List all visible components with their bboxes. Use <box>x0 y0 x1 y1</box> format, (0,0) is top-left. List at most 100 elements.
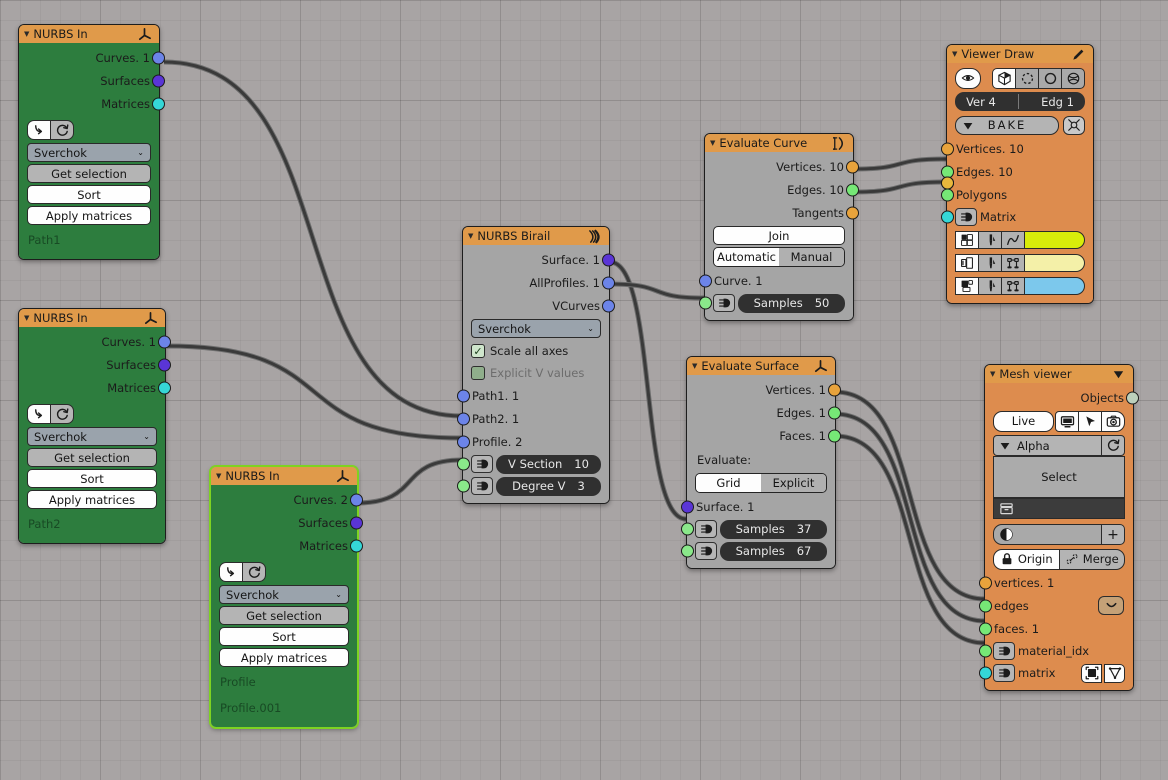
segmented-control[interactable]: Grid Explicit <box>695 473 827 493</box>
button-sort[interactable]: Sort <box>27 469 157 488</box>
plug-icon[interactable] <box>955 208 977 226</box>
property-field[interactable]: Samples 37 <box>720 519 827 539</box>
collapse-triangle-icon[interactable]: ▼ <box>710 139 715 147</box>
display-mode-dashed-circle-icon[interactable] <box>1015 67 1039 89</box>
plug-icon[interactable] <box>993 642 1015 660</box>
button-apply-matrices[interactable]: Apply matrices <box>27 490 157 509</box>
button-get-selection[interactable]: Get selection <box>27 164 151 183</box>
plug-icon[interactable] <box>695 542 717 560</box>
node-nurbs-birail[interactable]: ▼ NURBS Birail Surface. 1 AllProfiles. 1 VCu… <box>457 226 615 504</box>
node-editor-canvas[interactable]: ▼ NURBS In Curves. 1 Surfaces Matrices Sverch… <box>0 0 1168 780</box>
input-socket[interactable] <box>979 576 992 589</box>
eye-toggle-button[interactable] <box>955 67 981 89</box>
input-socket[interactable] <box>457 412 470 425</box>
input-socket[interactable] <box>941 176 954 190</box>
input-socket[interactable] <box>979 666 992 680</box>
input-socket[interactable] <box>941 210 954 224</box>
collapse-triangle-icon[interactable]: ▼ <box>990 370 995 378</box>
import-curve-icon-button[interactable] <box>27 404 51 424</box>
output-socket[interactable] <box>602 253 615 266</box>
node-link[interactable] <box>163 60 463 418</box>
input-socket[interactable] <box>941 188 954 201</box>
alpha-dropdown[interactable]: Alpha <box>993 435 1102 456</box>
button-sort[interactable]: Sort <box>219 627 349 646</box>
collapse-triangle-icon[interactable]: ▼ <box>216 472 221 480</box>
brush-icon[interactable] <box>978 230 1002 249</box>
node-nurbs-in-3[interactable]: ▼ NURBS In Curves. 2 Surfaces Matrices Sverch… <box>210 466 363 728</box>
node-evaluate-surface[interactable]: ▼ Evaluate Surface Vertices. 1 Edges. 1 Face… <box>681 356 841 569</box>
bake-options-button[interactable] <box>1063 115 1085 135</box>
property-field[interactable]: V Section 10 <box>496 454 601 474</box>
output-socket[interactable] <box>152 51 165 64</box>
output-socket[interactable] <box>158 358 171 371</box>
addon-dropdown[interactable]: Sverchok ⌄ <box>471 319 601 338</box>
plug-icon[interactable] <box>993 664 1015 682</box>
input-socket[interactable] <box>681 544 694 558</box>
node-header[interactable]: ▼ NURBS In <box>19 309 165 327</box>
node-header[interactable]: ▼ Evaluate Surface <box>687 357 835 375</box>
counters-field[interactable]: Ver 4 Edg 1 <box>955 92 1085 111</box>
import-curve-icon-button[interactable] <box>27 120 51 140</box>
button-get-selection[interactable]: Get selection <box>219 606 349 625</box>
button-get-selection[interactable]: Get selection <box>27 448 157 467</box>
node-link[interactable] <box>609 282 705 300</box>
checkbox[interactable]: ✓ <box>471 344 485 358</box>
color-swatch[interactable] <box>1024 230 1085 249</box>
node-nurbs-in-2[interactable]: ▼ NURBS In Curves. 1 Surfaces Matrices Sverch… <box>18 308 171 544</box>
output-socket[interactable] <box>158 335 171 348</box>
property-field[interactable]: Samples 67 <box>720 541 827 561</box>
material-field[interactable] <box>993 524 1102 545</box>
output-socket[interactable] <box>350 493 363 506</box>
input-socket[interactable] <box>979 644 992 658</box>
square-select-icon-button[interactable] <box>1081 663 1102 683</box>
brush-icon[interactable] <box>978 276 1002 295</box>
node-link[interactable] <box>834 434 986 645</box>
collapse-triangle-icon[interactable]: ▼ <box>692 362 697 370</box>
property-field[interactable]: Samples 50 <box>738 293 845 313</box>
refresh-icon-button[interactable] <box>242 562 266 582</box>
property-field[interactable]: Degree V 3 <box>496 476 601 496</box>
node-link[interactable] <box>166 344 463 440</box>
addon-dropdown[interactable]: Sverchok ⌄ <box>27 427 157 446</box>
plug-icon[interactable] <box>695 520 717 538</box>
color-swatch[interactable] <box>1024 276 1085 295</box>
input-socket[interactable] <box>979 599 992 612</box>
button-origin[interactable]: Origin <box>993 548 1060 570</box>
node-link-icon[interactable] <box>1001 253 1025 272</box>
button-apply-matrices[interactable]: Apply matrices <box>27 206 151 225</box>
node-link[interactable] <box>356 458 463 505</box>
button-merge[interactable]: Merge <box>1058 548 1125 570</box>
smile-icon-button[interactable] <box>1098 596 1124 615</box>
checkbox-row[interactable]: Explicit V values <box>463 362 609 384</box>
live-button[interactable]: Live <box>993 410 1054 432</box>
segment-explicit[interactable]: Explicit <box>761 474 826 492</box>
segmented-control[interactable]: Automatic Manual <box>713 247 845 267</box>
output-socket[interactable] <box>350 539 363 552</box>
checkbox[interactable] <box>471 366 485 380</box>
node-mesh-viewer[interactable]: ▼ Mesh viewer Objects Live Alpha Select + Origi… <box>979 364 1139 691</box>
monitor-icon-button[interactable] <box>1055 410 1079 432</box>
collapse-triangle-icon[interactable]: ▼ <box>24 30 29 38</box>
layers-split-icon[interactable] <box>955 253 979 272</box>
segment-manual[interactable]: Manual <box>779 248 844 266</box>
node-header[interactable]: ▼ NURBS Birail <box>463 227 609 245</box>
plug-icon[interactable] <box>471 455 493 473</box>
curve-graph-icon[interactable] <box>1001 230 1025 249</box>
button-join[interactable]: Join <box>713 226 845 245</box>
checkbox-row[interactable]: ✓ Scale all axes <box>463 340 609 362</box>
output-socket[interactable] <box>152 74 165 87</box>
display-mode-sphere-wrap-icon[interactable] <box>1061 67 1085 89</box>
node-header[interactable]: ▼ Evaluate Curve <box>705 134 853 152</box>
plug-icon[interactable] <box>713 294 735 312</box>
output-socket[interactable] <box>828 383 841 396</box>
input-socket[interactable] <box>457 435 470 448</box>
input-socket[interactable] <box>681 500 694 513</box>
input-socket[interactable] <box>699 296 712 310</box>
input-socket[interactable] <box>979 622 992 635</box>
node-nurbs-in-1[interactable]: ▼ NURBS In Curves. 1 Surfaces Matrices Sverch… <box>18 24 165 260</box>
input-socket[interactable] <box>681 522 694 536</box>
node-link[interactable] <box>852 180 947 194</box>
collapse-triangle-icon[interactable]: ▼ <box>24 314 29 322</box>
output-socket[interactable] <box>602 276 615 289</box>
node-link[interactable] <box>852 157 947 171</box>
